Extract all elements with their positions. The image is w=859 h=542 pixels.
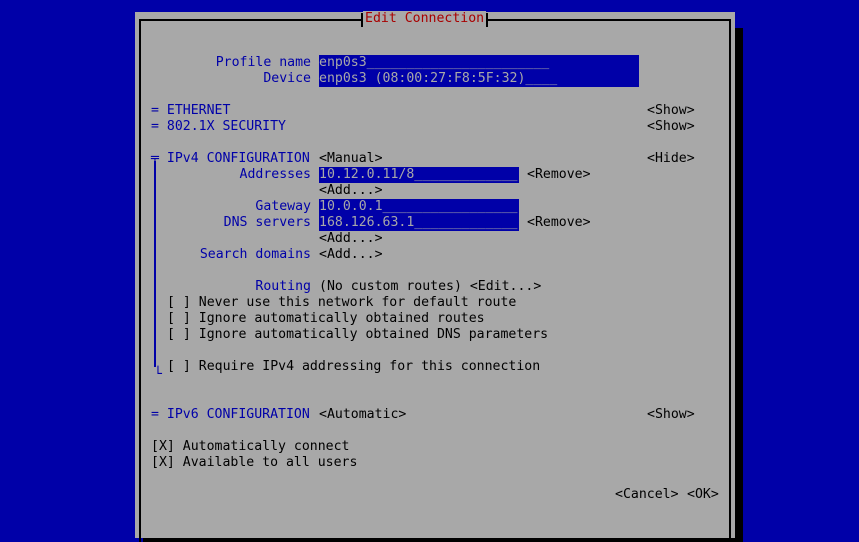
ipv6-method-select[interactable]: <Automatic> (319, 407, 406, 423)
search-domains-add-button[interactable]: <Add...> (319, 247, 383, 263)
require-ipv4-checkbox[interactable]: [ ] Require IPv4 addressing for this con… (167, 359, 540, 375)
address-add-button[interactable]: <Add...> (319, 183, 383, 199)
edit-connection-dialog: Edit Connection Profile name enp0s3_____… (135, 11, 735, 542)
routing-edit-button[interactable]: (No custom routes) <Edit...> (319, 279, 541, 295)
gateway-input[interactable]: 10.0.0.1_________________ (319, 199, 519, 215)
dns-remove-button[interactable]: <Remove> (527, 215, 591, 231)
routing-label: Routing (255, 279, 311, 294)
never-default-route-checkbox[interactable]: [ ] Never use this network for default r… (167, 295, 516, 311)
dns-server-input[interactable]: 168.126.63.1_____________ (319, 215, 519, 231)
device-label: Device (263, 71, 311, 86)
search-domains-label: Search domains (199, 247, 311, 262)
ipv6-show-button[interactable]: <Show> (647, 407, 695, 423)
ethernet-section-heading: = ETHERNET (151, 103, 231, 118)
ignore-dns-checkbox[interactable]: [ ] Ignore automatically obtained DNS pa… (167, 327, 548, 343)
ipv6-section-heading: = IPv6 CONFIGURATION (151, 407, 310, 422)
ipv4-section-bracket (154, 161, 156, 367)
device-input[interactable]: enp0s3 (08:00:27:F8:5F:32)____ (319, 71, 639, 87)
ignore-routes-checkbox[interactable]: [ ] Ignore automatically obtained routes (167, 311, 485, 327)
dns-add-button[interactable]: <Add...> (319, 231, 383, 247)
security-section-heading: = 802.1X SECURITY (151, 119, 286, 134)
address-input[interactable]: 10.12.0.11/8_____________ (319, 167, 519, 183)
profile-name-input[interactable]: enp0s3_______________________ (319, 55, 639, 71)
auto-connect-checkbox[interactable]: [X] Automatically connect (151, 439, 350, 455)
profile-name-label: Profile name (215, 55, 311, 70)
cancel-button[interactable]: <Cancel> (615, 487, 679, 503)
gateway-label: Gateway (255, 199, 311, 214)
ipv4-section-end: └ (154, 367, 162, 382)
all-users-checkbox[interactable]: [X] Available to all users (151, 455, 357, 471)
ipv4-hide-button[interactable]: <Hide> (647, 151, 695, 167)
ethernet-show-button[interactable]: <Show> (647, 103, 695, 119)
dns-servers-label: DNS servers (223, 215, 311, 230)
address-remove-button[interactable]: <Remove> (527, 167, 591, 183)
addresses-label: Addresses (239, 167, 311, 182)
ok-button[interactable]: <OK> (687, 487, 719, 503)
security-show-button[interactable]: <Show> (647, 119, 695, 135)
dialog-title: Edit Connection (360, 11, 489, 27)
ipv4-section-heading: ╤ IPv4 CONFIGURATION (151, 151, 310, 166)
ipv4-method-select[interactable]: <Manual> (319, 151, 383, 167)
